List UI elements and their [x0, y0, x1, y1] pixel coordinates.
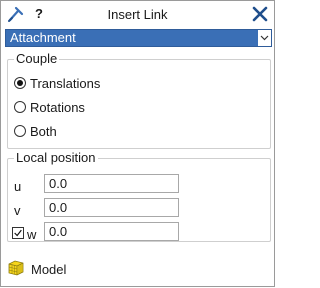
- couple-group-title: Couple: [14, 51, 60, 67]
- w-label: w: [27, 227, 37, 242]
- radio-translations-label: Translations: [30, 76, 101, 91]
- couple-group: Couple Translations Rotations Both: [7, 51, 271, 149]
- insert-link-dialog: ? Insert Link Attachment Couple Translat…: [0, 0, 275, 287]
- link-type-selected: Attachment: [6, 30, 258, 46]
- chevron-down-icon[interactable]: [258, 30, 271, 46]
- model-label: Model: [31, 262, 67, 277]
- u-field[interactable]: [44, 174, 179, 193]
- local-position-group-title: Local position: [14, 150, 98, 166]
- model-cube-icon: [8, 260, 24, 276]
- local-position-group: Local position u v w: [7, 150, 271, 242]
- link-type-dropdown[interactable]: Attachment: [5, 29, 272, 47]
- radio-both-button[interactable]: [14, 125, 26, 137]
- title-bar: ? Insert Link: [1, 1, 274, 27]
- radio-translations-button[interactable]: [14, 77, 26, 89]
- close-icon[interactable]: [251, 5, 269, 23]
- u-label: u: [14, 179, 22, 194]
- radio-rotations-button[interactable]: [14, 101, 26, 113]
- w-checkbox[interactable]: [12, 227, 24, 239]
- v-label: v: [14, 203, 21, 218]
- radio-both-label: Both: [30, 124, 57, 139]
- radio-rotations-label: Rotations: [30, 100, 85, 115]
- v-field[interactable]: [44, 198, 179, 217]
- w-field[interactable]: [44, 222, 179, 241]
- dialog-title: Insert Link: [107, 7, 168, 22]
